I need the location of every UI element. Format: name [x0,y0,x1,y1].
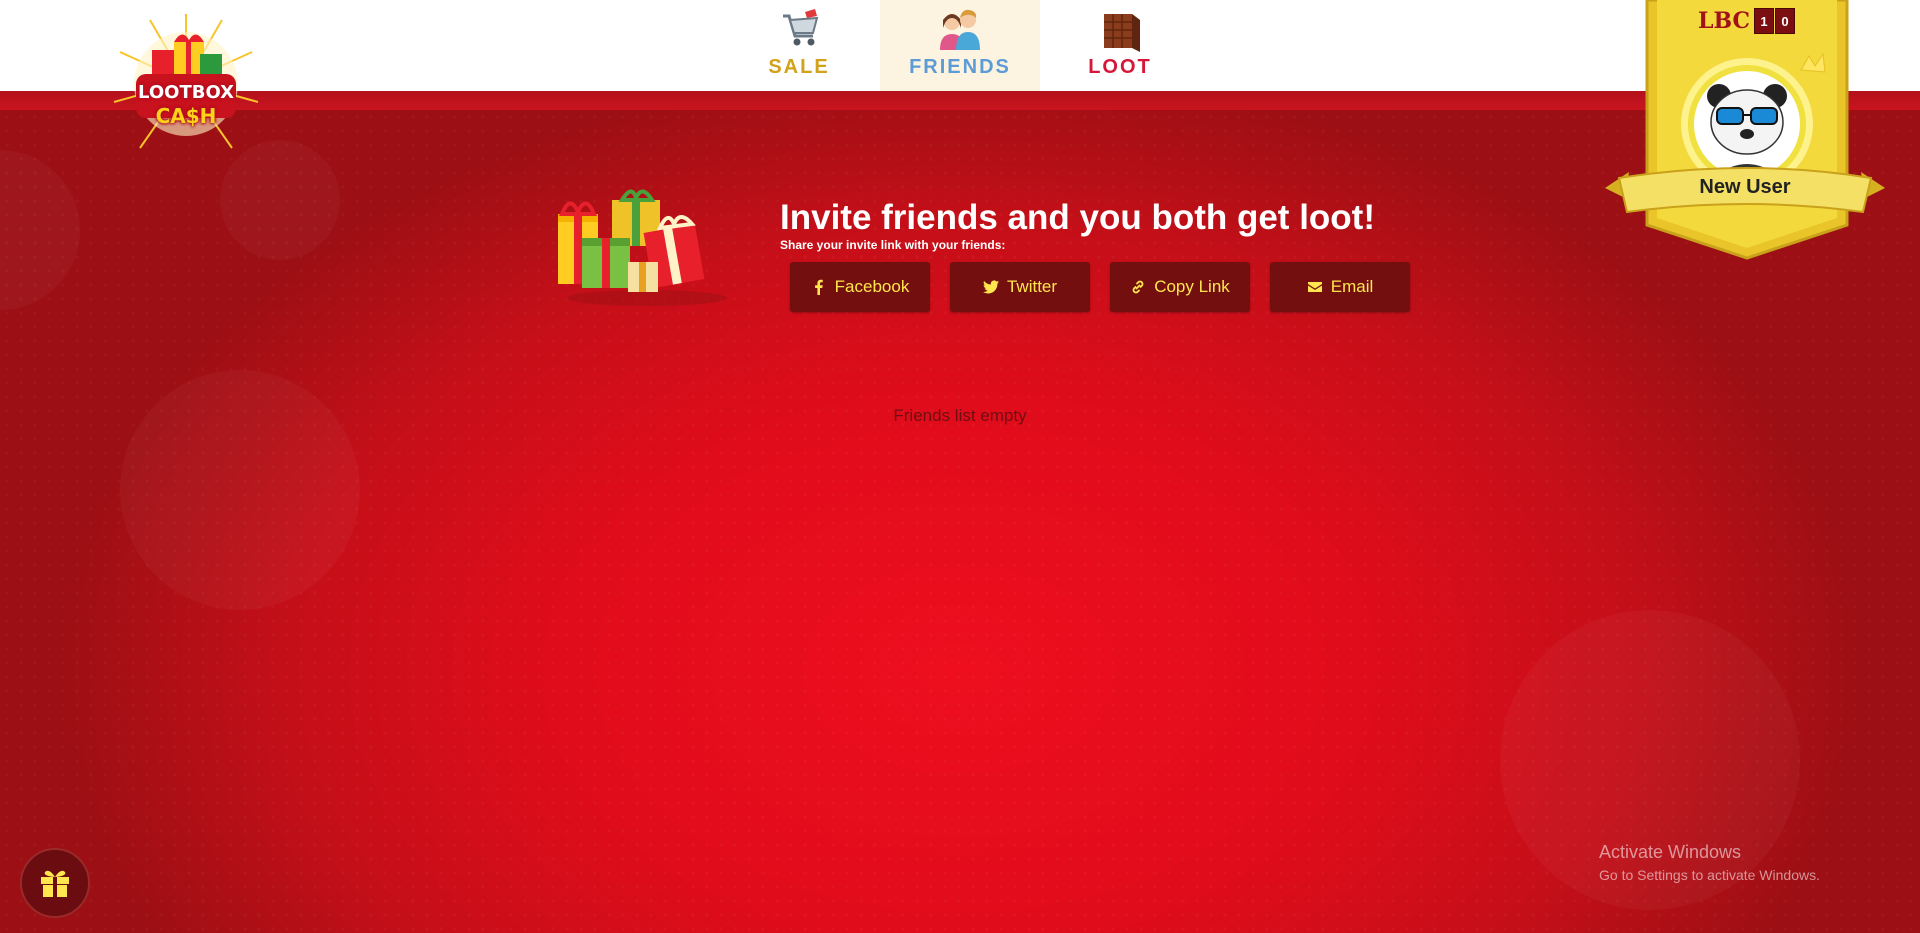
gift-icon [41,870,69,897]
logo-text-cash: CA$H [155,104,217,128]
share-twitter-label: Twitter [1006,277,1058,296]
windows-activation-title: Activate Windows [1599,842,1742,862]
shopping-cart-icon [783,9,819,46]
share-twitter-button[interactable]: Twitter [950,262,1090,312]
balance-digit: 0 [1775,8,1795,34]
tab-loot[interactable]: LOOT [1040,0,1200,91]
copy-link-button[interactable]: Copy Link [1110,262,1250,312]
tab-friends[interactable]: FRIENDS [880,0,1040,91]
share-email-label: Email [1330,277,1374,296]
currency-label: LBC [1698,8,1750,34]
copy-link-label: Copy Link [1154,277,1230,296]
background-bokeh [220,140,340,260]
tab-loot-label: LOOT [1088,56,1152,78]
friends-icon [940,9,980,50]
link-icon [1132,280,1144,294]
background-bokeh [0,150,80,310]
tab-friends-label: FRIENDS [909,56,1011,78]
friends-list-empty-message: Friends list empty [893,406,1027,425]
share-facebook-label: Facebook [834,277,910,296]
tab-sale[interactable]: SALE [719,0,879,91]
daily-gift-button[interactable] [20,848,90,918]
invite-subheading: Share your invite link with your friends… [780,238,1006,252]
twitter-icon [982,280,999,294]
lootbox-cash-logo[interactable]: LOOTBOX CA$H [112,12,260,152]
tab-sale-label: SALE [768,56,830,78]
balance-digit: 1 [1754,8,1774,34]
loot-crate-icon [1104,14,1140,52]
share-email-button[interactable]: Email [1270,262,1410,312]
badge-shield [1605,0,1885,260]
gift-pile-illustration [558,189,727,306]
share-facebook-button[interactable]: Facebook [790,262,930,312]
invite-heading: Invite friends and you both get loot! [780,198,1375,237]
windows-activation-subtitle: Go to Settings to activate Windows. [1599,867,1820,883]
background-bokeh [1500,610,1800,910]
email-icon [1307,282,1322,292]
profile-badge[interactable]: LBC 1 0 New User [1605,0,1885,260]
facebook-icon [814,279,823,295]
username-label: New User [1699,176,1791,198]
logo-text-lootbox: LOOTBOX [138,82,234,103]
